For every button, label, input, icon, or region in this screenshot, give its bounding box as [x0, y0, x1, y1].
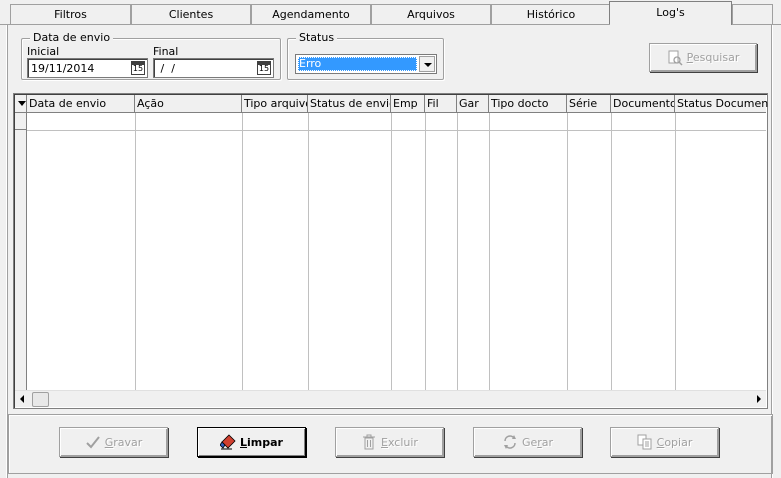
trash-icon	[361, 434, 377, 450]
column-header[interactable]: Ação	[135, 95, 242, 112]
status-legend: Status	[296, 31, 338, 44]
copy-button[interactable]: Copiar	[610, 427, 719, 457]
grid-header: Data de envio Ação Tipo arquivo Status d…	[15, 95, 768, 113]
tab-clientes[interactable]: Clientes	[131, 4, 251, 24]
clear-button-rest: impar	[247, 435, 283, 449]
log-grid[interactable]: Data de envio Ação Tipo arquivo Status d…	[13, 93, 768, 409]
column-divider	[567, 113, 568, 390]
date-range-legend: Data de envio	[30, 31, 114, 44]
clear-button[interactable]: Limpar	[197, 427, 306, 457]
tab-logs[interactable]: Log's	[609, 1, 732, 25]
search-button-label: Pesquisar	[687, 51, 740, 64]
panel-edge	[6, 25, 8, 478]
column-header[interactable]: Fil	[425, 95, 457, 112]
copy-icon	[637, 434, 653, 450]
tab-label: Agendamento	[272, 8, 350, 21]
tab-label: Arquivos	[407, 8, 455, 21]
initial-date-value: 19/11/2014	[31, 62, 95, 75]
column-divider	[135, 113, 136, 390]
calendar-icon[interactable]: 15	[257, 61, 271, 75]
tab-label: Filtros	[54, 8, 87, 21]
final-date-value: / /	[157, 62, 179, 75]
delete-button-hotkey: E	[381, 435, 388, 449]
refresh-icon	[502, 434, 518, 450]
tab-divider	[0, 24, 610, 25]
column-header[interactable]: Emp	[391, 95, 425, 112]
tab-label: Log's	[656, 6, 685, 19]
copy-button-label: Copiar	[657, 436, 693, 449]
column-header[interactable]: Documento	[611, 95, 675, 112]
column-header[interactable]: Tipo arquivo	[242, 95, 308, 112]
column-header[interactable]: Data de envio	[27, 95, 135, 112]
save-button-rest: ravar	[113, 435, 143, 449]
generate-button-label: Gerar	[522, 436, 553, 449]
tab-bar: Filtros Clientes Agendamento Arquivos Hi…	[0, 0, 781, 26]
column-divider	[391, 113, 392, 390]
generate-button-prefix: Ge	[521, 435, 538, 449]
status-select[interactable]: Erro	[295, 54, 437, 74]
scroll-right-icon[interactable]	[757, 395, 761, 403]
tab-arquivos[interactable]: Arquivos	[371, 4, 491, 24]
tab-divider	[732, 24, 781, 25]
tab-agendamento[interactable]: Agendamento	[251, 4, 371, 24]
tab-historico[interactable]: Histórico	[491, 4, 611, 24]
tab-label: Histórico	[526, 8, 576, 21]
scroll-left-icon[interactable]	[20, 395, 24, 403]
clear-button-hotkey: L	[240, 435, 248, 449]
date-range-group: Data de envio Inicial Final 19/11/2014 1…	[21, 31, 281, 80]
save-button-hotkey: G	[104, 435, 114, 449]
row-divider	[27, 130, 766, 131]
delete-button-label: Excluir	[381, 436, 418, 449]
column-header[interactable]: Status Documento	[675, 95, 768, 112]
column-divider	[242, 113, 243, 390]
calendar-glyph: 15	[132, 64, 144, 73]
initial-date-field[interactable]: 19/11/2014 15	[27, 58, 148, 78]
tab-filtros[interactable]: Filtros	[10, 4, 131, 24]
column-divider	[675, 113, 676, 390]
horizontal-scrollbar[interactable]	[15, 390, 766, 407]
column-divider	[457, 113, 458, 390]
scroll-thumb[interactable]	[32, 392, 49, 407]
generate-button-rest: ar	[541, 435, 554, 449]
panel-edge	[771, 25, 773, 478]
save-button-label: Gravar	[105, 436, 143, 449]
tab-label: Clientes	[168, 8, 214, 21]
column-header[interactable]: Tipo docto	[489, 95, 567, 112]
column-header[interactable]: Status de envio	[308, 95, 391, 112]
column-divider	[425, 113, 426, 390]
tab-overflow	[732, 4, 773, 24]
column-divider	[308, 113, 309, 390]
row-indicator-cell[interactable]	[15, 113, 26, 130]
row-indicator-header	[15, 95, 27, 112]
chevron-down-icon[interactable]	[419, 56, 435, 72]
status-group: Status Erro	[287, 31, 444, 80]
search-button[interactable]: Pesquisar	[649, 43, 757, 72]
calendar-glyph: 15	[258, 64, 270, 73]
delete-button-rest: xcluir	[387, 435, 418, 449]
final-date-label: Final	[153, 45, 179, 58]
calendar-icon[interactable]: 15	[131, 61, 145, 75]
eraser-icon	[219, 434, 236, 450]
column-divider	[489, 113, 490, 390]
generate-button[interactable]: Gerar	[473, 427, 582, 457]
search-button-rest: esquisar	[692, 51, 740, 64]
save-button[interactable]: Gravar	[59, 427, 168, 457]
row-indicator-column	[15, 113, 27, 390]
initial-date-label: Inicial	[27, 45, 60, 58]
clear-button-label: Limpar	[240, 436, 283, 449]
search-document-icon	[667, 50, 683, 66]
delete-button[interactable]: Excluir	[335, 427, 444, 457]
column-header[interactable]: Série	[567, 95, 611, 112]
check-icon	[85, 434, 101, 450]
copy-button-rest: opiar	[664, 435, 693, 449]
column-header[interactable]: Gar	[457, 95, 489, 112]
final-date-field[interactable]: / / 15	[153, 58, 274, 78]
column-divider	[611, 113, 612, 390]
status-selected-value: Erro	[298, 57, 417, 71]
